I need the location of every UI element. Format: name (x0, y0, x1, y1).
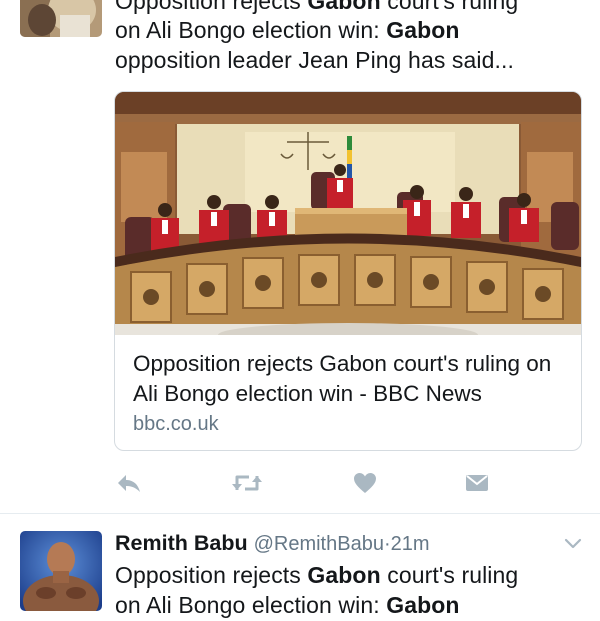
tweet-text-line-2: on Ali Bongo election win: Gabon (115, 592, 460, 618)
tweet-header: Remith Babu @RemithBabu·21m (115, 528, 430, 559)
avatar-photo (20, 531, 102, 611)
like-button[interactable] (352, 468, 378, 498)
user-handle[interactable]: @RemithBabu (254, 533, 384, 555)
reply-icon (118, 475, 140, 492)
avatar[interactable] (20, 531, 102, 611)
link-card[interactable]: Opposition rejects Gabon court's ruling … (114, 91, 582, 451)
tweet-divider (0, 513, 600, 514)
user-name[interactable]: Remith Babu (115, 531, 248, 555)
tweet-text-line-2: on Ali Bongo election win: Gabon (115, 17, 460, 43)
card-domain: bbc.co.uk (133, 413, 219, 435)
courtroom-photo (115, 92, 581, 335)
chevron-down-icon (564, 538, 582, 549)
tweet-menu-button[interactable] (562, 534, 584, 552)
avatar[interactable] (20, 0, 102, 37)
retweet-button[interactable] (230, 468, 264, 498)
timestamp[interactable]: 21m (391, 533, 430, 555)
reply-button[interactable] (114, 468, 144, 498)
direct-message-button[interactable] (464, 468, 490, 498)
tweet-text-line-1: Opposition rejects Gabon court's ruling (115, 562, 519, 588)
retweet-icon (232, 475, 262, 491)
tweet-text-line-3: opposition leader Jean Ping has said... (115, 47, 514, 73)
avatar-photo (20, 0, 102, 37)
card-title[interactable]: Opposition rejects Gabon court's ruling … (133, 349, 573, 409)
heart-icon (354, 473, 376, 493)
envelope-icon (466, 475, 488, 491)
separator: · (383, 533, 391, 555)
